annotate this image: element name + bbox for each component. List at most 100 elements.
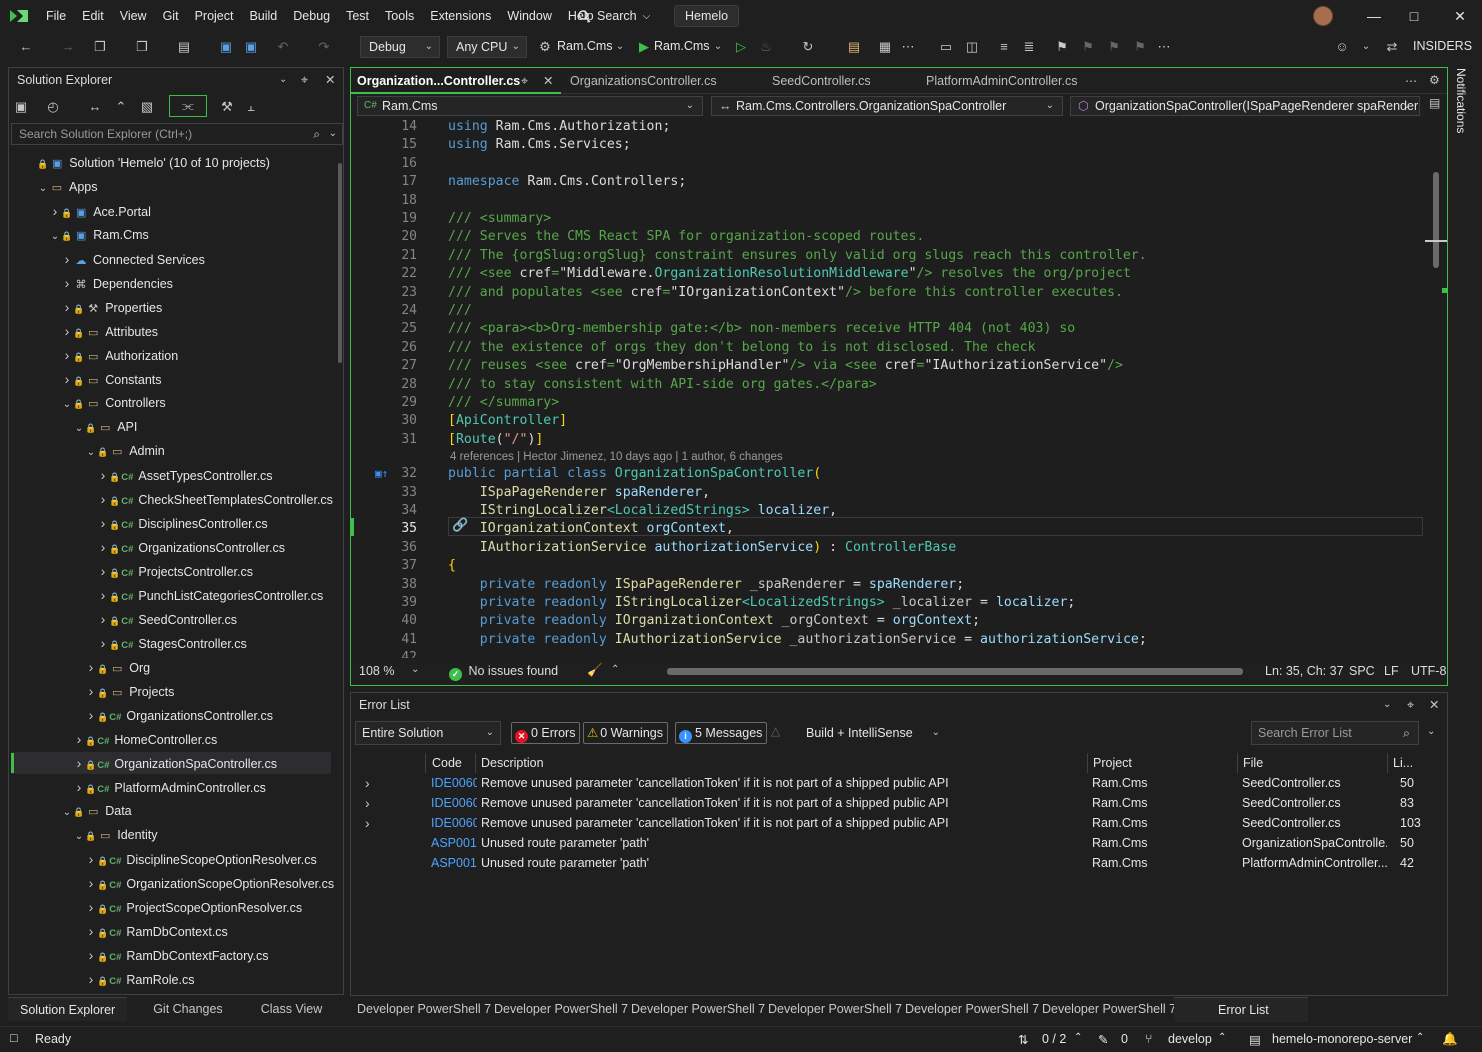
solution-platform-dropdown[interactable]: Any CPU ⌄ <box>447 36 527 58</box>
tree-item[interactable]: › 🔒 ⚒ Properties <box>61 295 163 319</box>
bell-icon[interactable]: 🔔 <box>1442 1032 1458 1047</box>
collapsed-chevron-icon[interactable]: › <box>85 943 97 967</box>
warnings-filter-toggle[interactable]: ⚠ 0 Warnings <box>583 722 668 744</box>
status-output-icon[interactable]: □ <box>10 1031 18 1045</box>
notifications-sidebar[interactable]: Notifications <box>1452 62 1474 1022</box>
redo-icon[interactable]: ↷ <box>316 39 332 55</box>
tab-error-list[interactable]: Error List <box>1174 997 1308 1022</box>
collapsed-chevron-icon[interactable]: › <box>61 319 73 343</box>
copilot-icon[interactable]: ☺ <box>1334 39 1350 55</box>
error-list-row[interactable]: ›iIDE0060Remove unused parameter 'cancel… <box>351 773 1447 793</box>
tree-item[interactable]: › 🔒 ▭ Attributes <box>61 319 158 343</box>
tree-item[interactable]: › 🔒C# RamRole.cs <box>85 967 195 991</box>
column-header-file[interactable]: File <box>1243 753 1263 773</box>
editor-vertical-scrollbar[interactable] <box>1433 172 1439 268</box>
tree-item[interactable]: ⌄ 🔒 ▭ Controllers <box>61 391 166 415</box>
file-encoding[interactable]: UTF-8 <box>1411 664 1446 678</box>
error-code[interactable]: IDE0060 <box>431 773 477 793</box>
chevron-up-icon[interactable]: ⌃ <box>1074 1032 1082 1043</box>
clear-bookmarks-icon[interactable]: ⚑ <box>1132 39 1148 55</box>
expand-row-icon[interactable]: › <box>365 813 377 833</box>
browse-folder-icon[interactable]: ▤ <box>846 39 862 55</box>
tree-item[interactable]: › 🔒C# HomeController.cs <box>73 727 218 751</box>
no-issues-indicator[interactable]: ✓ No issues found <box>449 664 558 681</box>
error-list-row[interactable]: ›iIDE0060Remove unused parameter 'cancel… <box>351 813 1447 833</box>
properties-wrench-icon[interactable]: ⚒ <box>219 99 235 115</box>
error-code[interactable]: IDE0060 <box>431 813 477 833</box>
errors-filter-toggle[interactable]: ✕ 0 Errors <box>511 722 581 744</box>
tree-item[interactable]: › 🔒 ▭ Authorization <box>61 343 179 367</box>
error-scope-dropdown[interactable]: Entire Solution ⌄ <box>355 721 501 745</box>
tree-item[interactable]: ⌄ 🔒 ▭ API <box>73 415 138 439</box>
collapsed-chevron-icon[interactable]: › <box>49 199 61 223</box>
tab-organizations-controller[interactable]: OrganizationsController.cs <box>564 68 754 94</box>
new-file-icon[interactable]: ❒ <box>134 39 150 55</box>
chevron-down-icon[interactable]: ⌄ <box>1427 726 1435 737</box>
chevron-down-icon[interactable]: ⌄ <box>1358 39 1374 55</box>
menu-test[interactable]: Test <box>338 9 377 23</box>
pin-icon[interactable]: ⌖ <box>301 68 308 92</box>
code-cleanup-icon[interactable]: 🧹 <box>587 663 603 678</box>
new-project-icon[interactable]: ❐ <box>92 39 108 55</box>
tab-developer-powershell[interactable]: Developer PowerShell 7 <box>357 997 491 1021</box>
split-view-icon[interactable]: ◫ <box>964 39 980 55</box>
expanded-chevron-icon[interactable]: ⌄ <box>85 441 97 465</box>
save-all-icon[interactable]: ▣ <box>243 39 259 55</box>
project-navigation-dropdown[interactable]: C# Ram.Cms ⌄ <box>357 96 703 116</box>
close-icon[interactable]: ✕ <box>325 68 335 92</box>
tree-item[interactable]: › 🔒C# AssetTypesController.cs <box>97 463 273 487</box>
collapsed-chevron-icon[interactable]: › <box>85 871 97 895</box>
error-list-row[interactable]: iASP0018Unused route parameter 'path'Ram… <box>351 833 1447 853</box>
collapsed-chevron-icon[interactable]: › <box>97 511 109 535</box>
tab-organization-spa-controller[interactable]: Organization...Controller.cs ⌖ ✕ <box>351 68 561 94</box>
solution-configuration-dropdown[interactable]: Debug ⌄ <box>360 36 440 58</box>
tree-item[interactable]: › 🔒C# ProjectScopeOptionResolver.cs <box>85 895 303 919</box>
tree-item[interactable]: › 🔒C# OrganizationsController.cs <box>85 703 273 727</box>
tree-item[interactable]: ⌄ ▭ Apps <box>37 175 98 199</box>
tab-developer-powershell[interactable]: Developer PowerShell 7 <box>631 997 765 1021</box>
git-sync-status[interactable]: 0 / 2 <box>1042 1032 1066 1046</box>
column-header-code[interactable]: Code <box>432 753 462 773</box>
collapsed-chevron-icon[interactable]: › <box>97 583 109 607</box>
tree-item[interactable]: › 🔒C# PunchListCategoriesController.cs <box>97 583 324 607</box>
tab-developer-powershell[interactable]: Developer PowerShell 7 <box>1042 997 1176 1021</box>
next-bookmark-icon[interactable]: ⚑ <box>1106 39 1122 55</box>
collapsed-chevron-icon[interactable]: › <box>85 847 97 871</box>
codelens-indicators[interactable]: 4 references | Hector Jimenez, 10 days a… <box>450 449 783 465</box>
gear-icon[interactable]: ⚙ <box>1429 73 1440 87</box>
collapsed-chevron-icon[interactable]: › <box>85 679 97 703</box>
navigate-back-icon[interactable]: ← <box>18 39 34 55</box>
save-icon[interactable]: ▣ <box>218 39 234 55</box>
collapse-all-icon[interactable]: ⌃ <box>113 99 129 115</box>
pending-changes-filter-icon[interactable]: ⫘ <box>169 95 207 117</box>
collapsed-chevron-icon[interactable]: › <box>73 775 85 799</box>
collapsed-chevron-icon[interactable]: › <box>61 271 73 295</box>
collapsed-chevron-icon[interactable]: › <box>85 919 97 943</box>
tree-item[interactable]: › 🔒C# DisciplineScopeOptionResolver.cs <box>85 847 317 871</box>
repository-name[interactable]: hemelo-monorepo-server <box>1272 1032 1412 1046</box>
tab-platform-admin-controller[interactable]: PlatformAdminController.cs <box>920 68 1100 94</box>
expand-row-icon[interactable]: › <box>365 773 377 793</box>
switch-views-icon[interactable]: ▣ <box>13 99 29 115</box>
collapsed-chevron-icon[interactable]: › <box>97 559 109 583</box>
chevron-down-icon[interactable]: ⌄ <box>1383 693 1391 717</box>
error-list-row[interactable]: iASP0018Unused route parameter 'path'Ram… <box>351 853 1447 873</box>
expanded-chevron-icon[interactable]: ⌄ <box>49 225 61 249</box>
tree-item[interactable]: › 🔒 ▭ Constants <box>61 367 162 391</box>
collapsed-chevron-icon[interactable]: › <box>97 607 109 631</box>
split-editor-icon[interactable]: ▤ <box>1429 96 1440 110</box>
collapsed-chevron-icon[interactable]: › <box>85 703 97 727</box>
chevron-down-icon[interactable]: ⌄ <box>411 664 419 675</box>
collapsed-chevron-icon[interactable]: › <box>73 751 85 775</box>
maximize-icon[interactable]: □ <box>1404 6 1424 26</box>
outdent-icon[interactable]: ≡ <box>996 39 1012 55</box>
tree-item[interactable]: › 🔒C# ProjectsController.cs <box>97 559 253 583</box>
close-tab-icon[interactable]: ✕ <box>543 68 553 94</box>
expanded-chevron-icon[interactable]: ⌄ <box>61 801 73 825</box>
chevron-down-icon[interactable]: ⌄ <box>329 124 337 144</box>
tree-item[interactable]: › 🔒C# OrganizationScopeOptionResolver.cs <box>85 871 334 895</box>
collapsed-chevron-icon[interactable]: › <box>61 247 73 271</box>
collapsed-chevron-icon[interactable]: › <box>97 535 109 559</box>
collapsed-chevron-icon[interactable]: › <box>61 367 73 391</box>
editor-horizontal-scrollbar[interactable] <box>667 668 1243 675</box>
